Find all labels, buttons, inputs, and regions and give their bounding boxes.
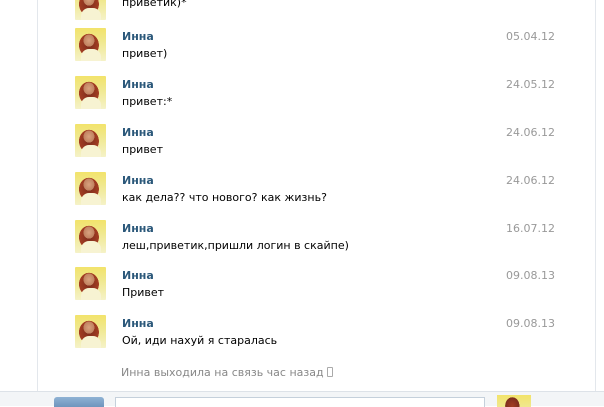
message-date[interactable]: 09.08.13 — [506, 317, 555, 330]
message-text: привет) — [122, 47, 168, 60]
message-text: привет — [122, 143, 163, 156]
author-name[interactable]: Инна — [122, 30, 154, 43]
message-date[interactable]: 09.08.13 — [506, 269, 555, 282]
author-name[interactable]: Инна — [122, 222, 154, 235]
avatar[interactable] — [75, 0, 106, 20]
message-date[interactable]: 05.04.12 — [506, 30, 555, 43]
author-name[interactable]: Инна — [122, 269, 154, 282]
message-input[interactable] — [115, 397, 485, 407]
message-text: как дела?? что нового? как жизнь? — [122, 191, 327, 204]
message-date[interactable]: 24.06.12 — [506, 174, 555, 187]
message-text: Ой, иди нахуй я старалась — [122, 334, 278, 347]
left-border — [37, 0, 38, 405]
avatar[interactable] — [75, 76, 106, 109]
avatar[interactable] — [75, 220, 106, 253]
message-date[interactable]: 16.07.12 — [506, 222, 555, 235]
mobile-phone-icon — [326, 367, 333, 377]
author-name[interactable]: Инна — [122, 174, 154, 187]
avatar[interactable] — [75, 315, 106, 348]
author-name[interactable]: Инна — [122, 317, 154, 330]
message-text: приветик)* — [122, 0, 187, 9]
avatar[interactable] — [75, 172, 106, 205]
last-seen-text: Инна выходила на связь час назад — [121, 366, 324, 379]
author-name[interactable]: Инна — [122, 78, 154, 91]
message-text: леш,приветик,пришли логин в скайпе) — [122, 239, 349, 252]
right-border — [595, 0, 596, 405]
composer-button[interactable] — [54, 397, 104, 407]
author-name[interactable]: Инна — [122, 126, 154, 139]
message-text: привет:* — [122, 95, 173, 108]
message-text: Привет — [122, 286, 165, 299]
message-date[interactable]: 24.06.12 — [506, 126, 555, 139]
avatar[interactable] — [75, 124, 106, 157]
avatar[interactable] — [75, 267, 106, 300]
last-seen-status: Инна выходила на связь час назад — [121, 366, 333, 379]
contact-avatar[interactable] — [497, 395, 531, 407]
avatar[interactable] — [75, 28, 106, 61]
message-date[interactable]: 24.05.12 — [506, 78, 555, 91]
